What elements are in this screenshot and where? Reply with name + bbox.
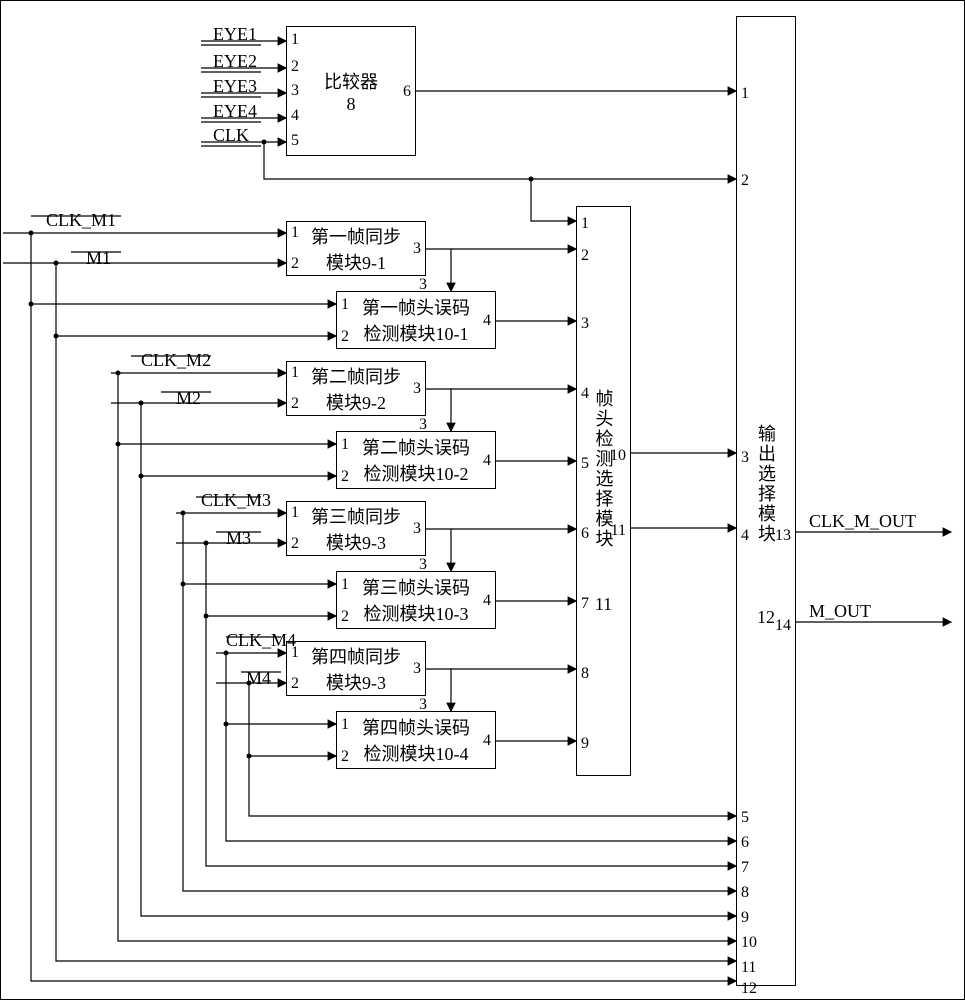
err4-sub: 检测模块10-4 xyxy=(364,740,469,766)
sync2-title: 第二帧同步 xyxy=(311,363,401,389)
pin: 2 xyxy=(741,172,749,190)
pin: 9 xyxy=(741,909,749,927)
err1-block: 第一帧头误码 检测模块10-1 1 2 3 4 xyxy=(336,291,496,349)
pin: 7 xyxy=(741,859,749,877)
sync4-block: 第四帧同步 模块9-3 1 2 3 xyxy=(286,641,426,696)
pin: 10 xyxy=(741,934,757,952)
pin: 1 xyxy=(741,85,749,103)
pin: 11 xyxy=(741,959,756,977)
comparator-block: 比较器 8 1 2 3 4 5 6 xyxy=(286,26,416,156)
label-clk: CLK xyxy=(213,125,249,146)
err2-sub: 检测模块10-2 xyxy=(364,460,469,486)
label-clk-m-out: CLK_M_OUT xyxy=(809,511,916,532)
pin: 1 xyxy=(581,215,589,233)
err4-title: 第四帧头误码 xyxy=(362,714,470,740)
comparator-id: 8 xyxy=(347,94,356,115)
label-m4: M4 xyxy=(246,668,271,689)
label-eye4: EYE4 xyxy=(213,101,257,122)
err3-title: 第三帧头误码 xyxy=(362,574,470,600)
err2-title: 第二帧头误码 xyxy=(362,434,470,460)
label-clk-m2: CLK_M2 xyxy=(141,350,211,371)
err3-sub: 检测模块10-3 xyxy=(364,600,469,626)
label-eye3: EYE3 xyxy=(213,76,257,97)
label-m3: M3 xyxy=(226,528,251,549)
output-title: 输出选择模块 xyxy=(753,424,779,544)
label-m-out: M_OUT xyxy=(809,601,871,622)
pin: 9 xyxy=(581,735,589,753)
label-m2: M2 xyxy=(176,388,201,409)
err4-block: 第四帧头误码 检测模块10-4 1 2 3 4 xyxy=(336,711,496,769)
pin: 3 xyxy=(581,315,589,333)
label-clk-m4: CLK_M4 xyxy=(226,630,296,651)
sync4-sub: 模块9-3 xyxy=(326,669,386,695)
select-id: 11 xyxy=(595,594,612,615)
sync1-sub: 模块9-1 xyxy=(326,249,386,275)
label-eye2: EYE2 xyxy=(213,51,257,72)
sync3-title: 第三帧同步 xyxy=(311,503,401,529)
sync4-title: 第四帧同步 xyxy=(311,643,401,669)
pin: 12 xyxy=(741,980,757,998)
pin: 2 xyxy=(581,247,589,265)
output-block: 输出选择模块 12 1 2 3 4 5 6 7 8 9 10 11 12 13 … xyxy=(736,16,796,986)
err2-block: 第二帧头误码 检测模块10-2 1 2 3 4 xyxy=(336,431,496,489)
label-m1: M1 xyxy=(86,248,111,269)
pin: 7 xyxy=(581,595,589,613)
err1-title: 第一帧头误码 xyxy=(362,294,470,320)
sync3-sub: 模块9-3 xyxy=(326,529,386,555)
sync2-block: 第二帧同步 模块9-2 1 2 3 xyxy=(286,361,426,416)
pin: 8 xyxy=(741,884,749,902)
err1-sub: 检测模块10-1 xyxy=(364,320,469,346)
sync3-block: 第三帧同步 模块9-3 1 2 3 xyxy=(286,501,426,556)
pin: 6 xyxy=(741,834,749,852)
output-id: 12 xyxy=(757,607,775,628)
pin: 14 xyxy=(775,617,791,635)
label-clk-m3: CLK_M3 xyxy=(201,490,271,511)
pin: 8 xyxy=(581,665,589,683)
sync1-title: 第一帧同步 xyxy=(311,223,401,249)
comparator-title: 比较器 xyxy=(324,68,378,94)
label-eye1: EYE1 xyxy=(213,24,257,45)
sync1-block: 第一帧同步 模块9-1 1 2 3 xyxy=(286,221,426,276)
label-clk-m1: CLK_M1 xyxy=(46,210,116,231)
select-block: 帧头检测选择模块 11 1 2 3 4 5 6 7 8 9 10 11 xyxy=(576,206,631,776)
err3-block: 第三帧头误码 检测模块10-3 1 2 3 4 xyxy=(336,571,496,629)
select-title: 帧头检测选择模块 xyxy=(591,389,617,549)
sync2-sub: 模块9-2 xyxy=(326,389,386,415)
pin: 5 xyxy=(741,809,749,827)
